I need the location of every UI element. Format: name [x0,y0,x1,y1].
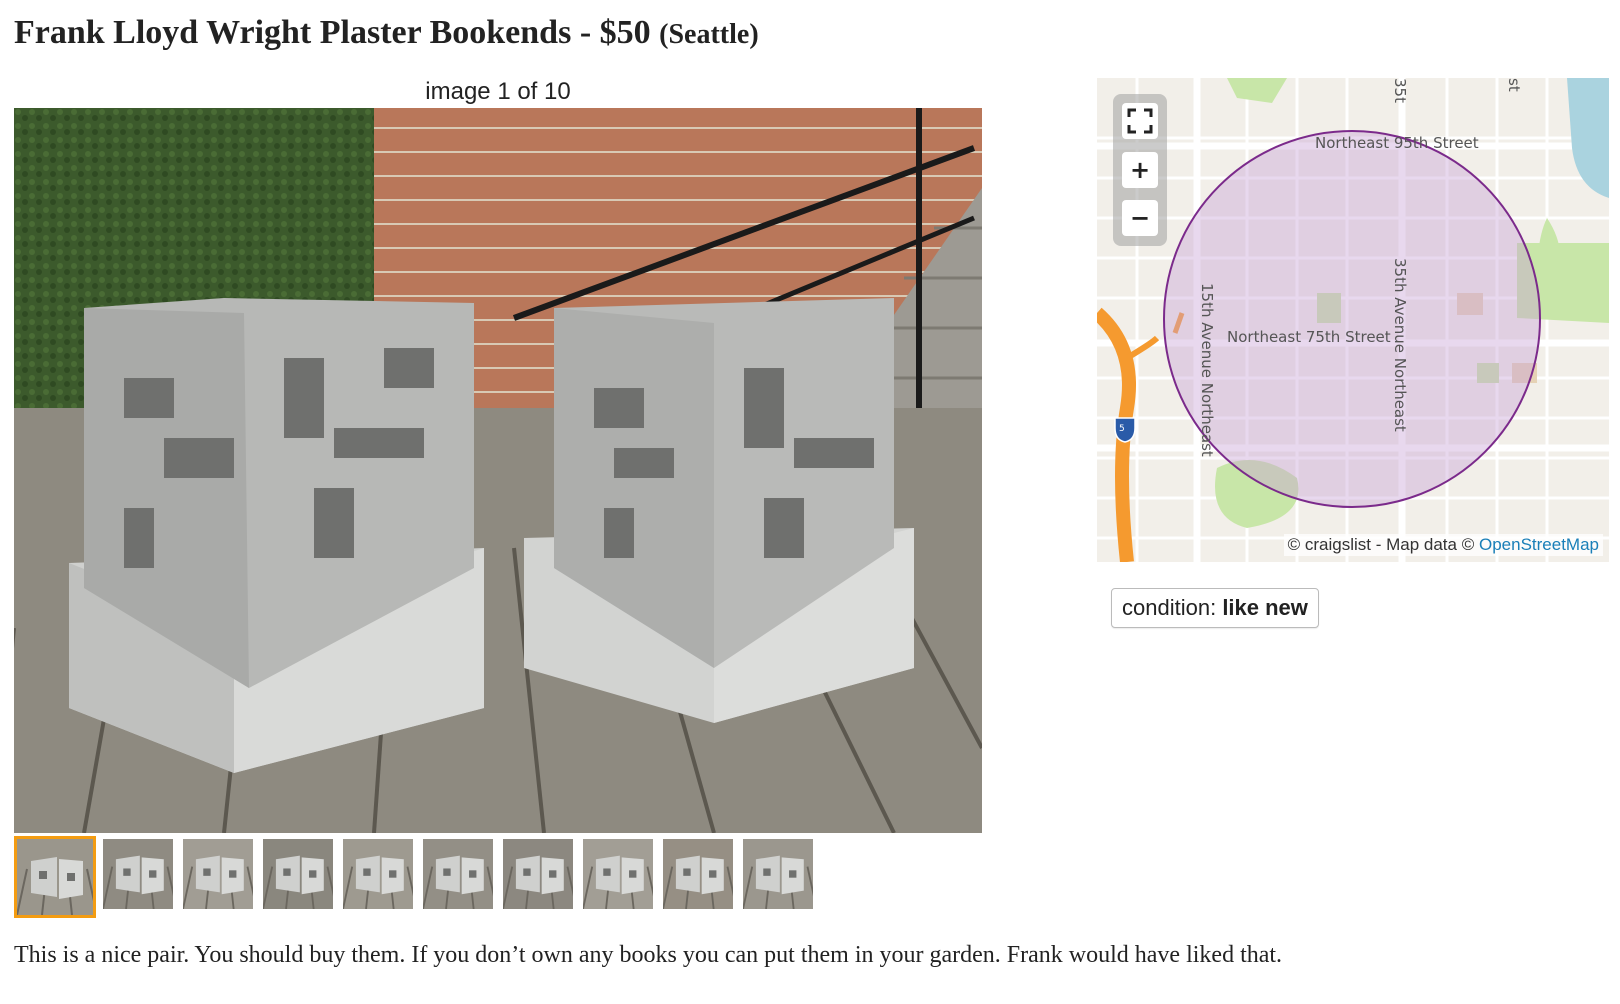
thumbnail-image [343,839,413,909]
main-photo[interactable] [14,108,982,833]
map-tiles: 5 Northeast 95th Street Northeast 75th S… [1097,78,1609,562]
posting-title: Frank Lloyd Wright Plaster Bookends - $5… [14,14,759,52]
attribution-text: © craigslist - Map data © [1287,535,1475,554]
street-label-ne75: Northeast 75th Street [1227,328,1391,346]
thumbnail-image [503,839,573,909]
thumbnail-image [423,839,493,909]
fullscreen-button[interactable] [1122,103,1158,139]
map-attribution: © craigslist - Map data © OpenStreetMap [1283,534,1603,556]
location-map[interactable]: 5 Northeast 95th Street Northeast 75th S… [1097,78,1609,562]
thumbnail-image [663,839,733,909]
highway-shield-label: 5 [1119,424,1125,434]
thumbnail-8[interactable] [580,836,656,912]
thumbnail-4[interactable] [260,836,336,912]
street-label-15th: 15th Avenue Northeast [1198,283,1216,457]
street-label-35th: 35th Avenue Northeast [1391,258,1409,432]
thumbnail-6[interactable] [420,836,496,912]
street-label-35th-top: 35t [1391,78,1409,103]
thumbnail-image [103,839,173,909]
posting-body: This is a nice pair. You should buy them… [14,942,1283,968]
thumbnail-3[interactable] [180,836,256,912]
street-label-top-right: st [1505,78,1523,92]
street-label-ne95: Northeast 95th Street [1315,134,1479,152]
map-controls: + − [1113,94,1167,246]
thumbnail-1[interactable] [14,836,96,918]
condition-label: condition: [1122,595,1217,620]
thumbnail-5[interactable] [340,836,416,912]
condition-attribute: condition: like new [1111,588,1319,628]
condition-value: like new [1222,595,1308,620]
thumbnail-image [183,839,253,909]
thumbnail-image [263,839,333,909]
posting-location: (Seattle) [659,19,759,50]
thumbnail-7[interactable] [500,836,576,912]
thumbnail-image [17,839,93,915]
bookends-photo [14,108,982,833]
thumbnail-image [743,839,813,909]
thumbnail-10[interactable] [740,836,816,912]
fullscreen-icon [1127,108,1153,134]
thumbnail-2[interactable] [100,836,176,912]
thumbnail-image [583,839,653,909]
image-counter: image 1 of 10 [425,78,571,105]
zoom-in-button[interactable]: + [1122,152,1158,188]
thumbnail-9[interactable] [660,836,736,912]
zoom-out-button[interactable]: − [1122,200,1158,236]
posting-title-text: Frank Lloyd Wright Plaster Bookends - $5… [14,14,651,51]
openstreetmap-link[interactable]: OpenStreetMap [1479,535,1599,554]
